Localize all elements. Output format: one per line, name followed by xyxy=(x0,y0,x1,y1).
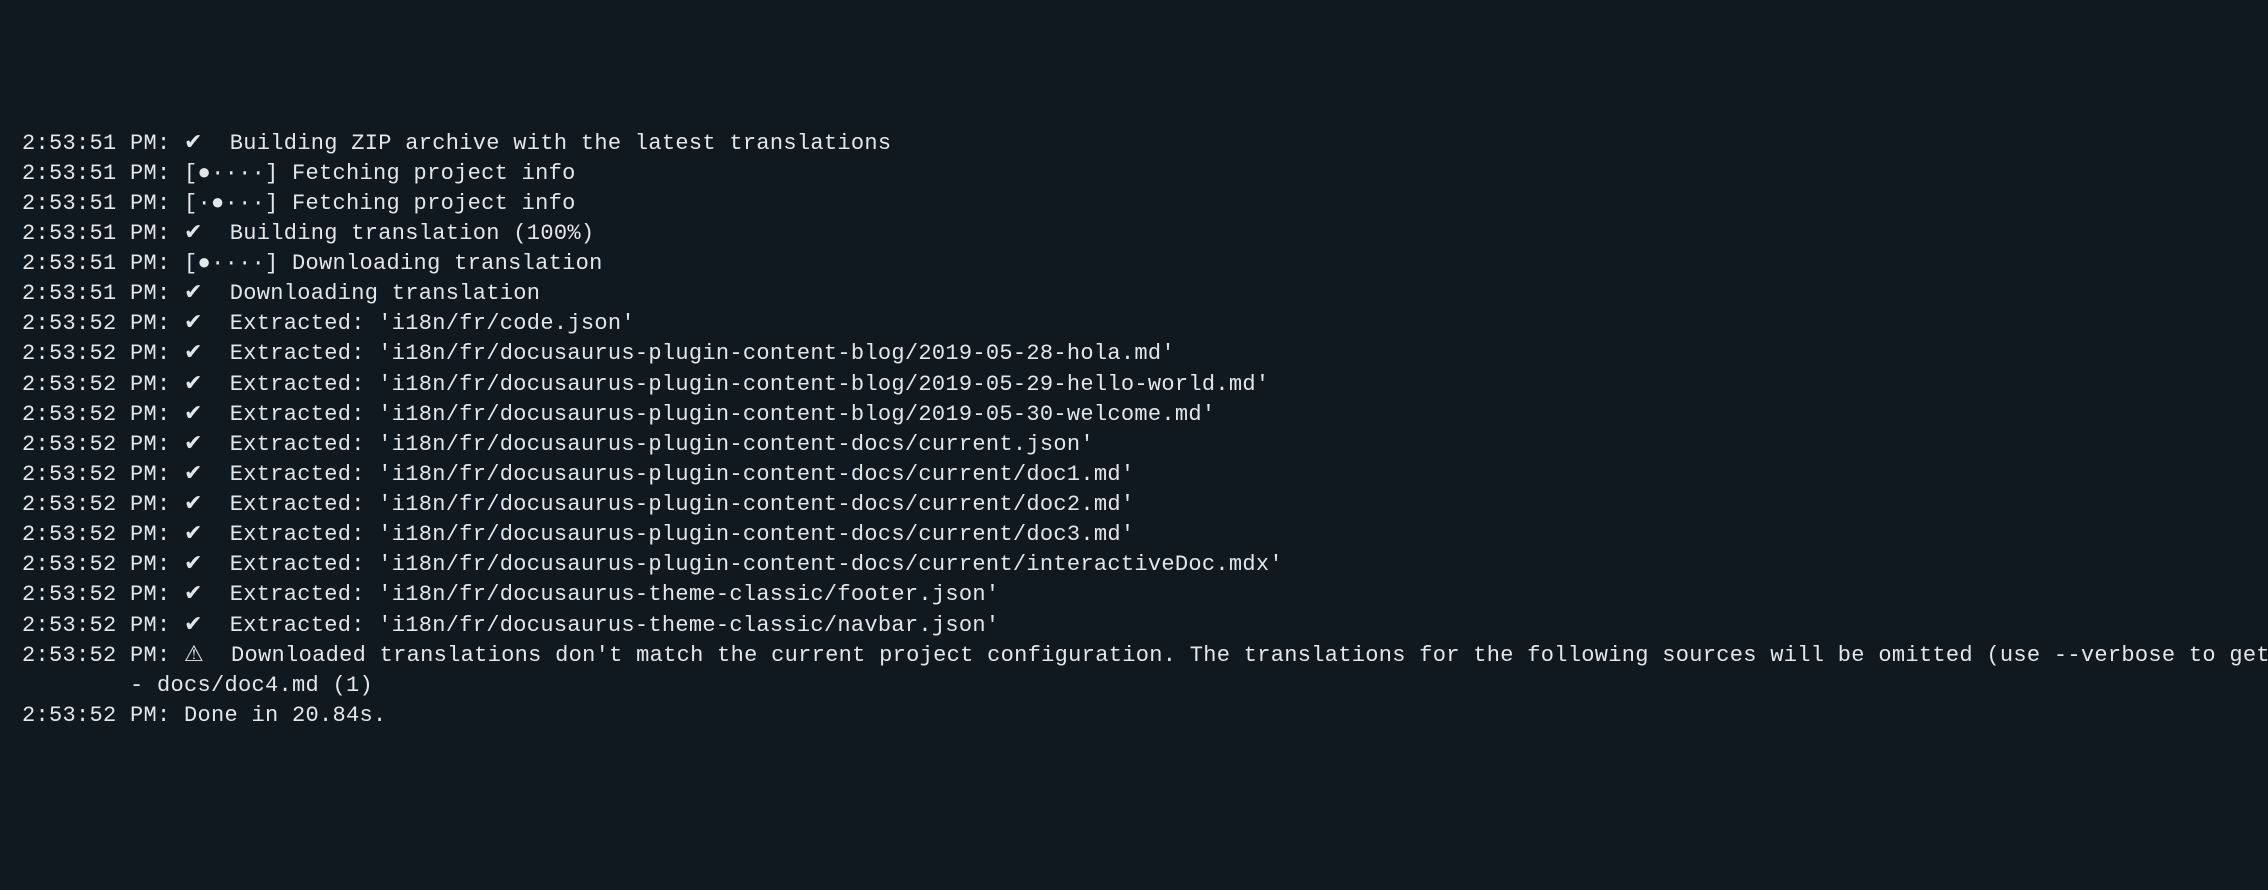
log-line: 2:53:51 PM: [∙●∙∙∙] Fetching project inf… xyxy=(22,189,2246,219)
log-line: 2:53:52 PM: ✔ Extracted: 'i18n/fr/docusa… xyxy=(22,611,2246,641)
log-line: 2:53:52 PM: ✔ Extracted: 'i18n/fr/docusa… xyxy=(22,550,2246,580)
log-line: 2:53:52 PM: ✔ Extracted: 'i18n/fr/docusa… xyxy=(22,370,2246,400)
log-line: - docs/doc4.md (1) xyxy=(22,671,2246,701)
log-line: 2:53:51 PM: ✔ Building ZIP archive with … xyxy=(22,129,2246,159)
log-line: 2:53:52 PM: ✔ Extracted: 'i18n/fr/docusa… xyxy=(22,460,2246,490)
log-line: 2:53:52 PM: ✔ Extracted: 'i18n/fr/docusa… xyxy=(22,490,2246,520)
log-line: 2:53:51 PM: ✔ Downloading translation xyxy=(22,279,2246,309)
log-line-warning: 2:53:52 PM: ⚠ Downloaded translations do… xyxy=(22,641,2246,671)
log-line: 2:53:52 PM: ✔ Extracted: 'i18n/fr/docusa… xyxy=(22,580,2246,610)
log-line: 2:53:52 PM: ✔ Extracted: 'i18n/fr/docusa… xyxy=(22,339,2246,369)
log-line: 2:53:52 PM: ✔ Extracted: 'i18n/fr/docusa… xyxy=(22,430,2246,460)
build-log-output: 2:53:51 PM: ✔ Building ZIP archive with … xyxy=(22,129,2246,732)
log-line: 2:53:51 PM: [●∙∙∙∙] Downloading translat… xyxy=(22,249,2246,279)
log-line: 2:53:52 PM: ✔ Extracted: 'i18n/fr/docusa… xyxy=(22,520,2246,550)
log-line: 2:53:51 PM: [●∙∙∙∙] Fetching project inf… xyxy=(22,159,2246,189)
log-line: 2:53:52 PM: ✔ Extracted: 'i18n/fr/docusa… xyxy=(22,400,2246,430)
log-line: 2:53:51 PM: ✔ Building translation (100%… xyxy=(22,219,2246,249)
log-line: 2:53:52 PM: ✔ Extracted: 'i18n/fr/code.j… xyxy=(22,309,2246,339)
log-line: 2:53:52 PM: Done in 20.84s. xyxy=(22,701,2246,731)
